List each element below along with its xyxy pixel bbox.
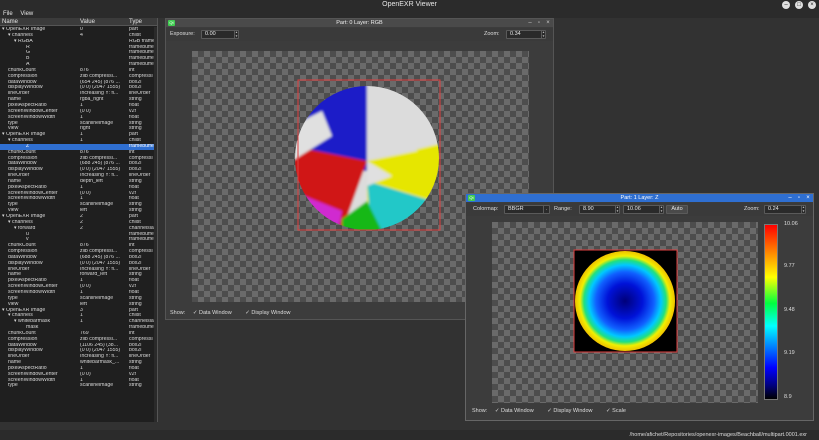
depth-zoom-spinbox[interactable]: 0.24 ▲ ▼ bbox=[764, 205, 806, 214]
file-path: /home/afichet/Repositories/openexr-image… bbox=[629, 432, 807, 438]
exposure-spinbox[interactable]: 0.00 ▲ ▼ bbox=[201, 30, 239, 39]
exposure-value: 0.00 bbox=[205, 31, 216, 37]
colormap-value: BBGR bbox=[508, 206, 524, 212]
show-data-window-label: Data Window bbox=[500, 408, 534, 414]
depth-image bbox=[573, 249, 678, 353]
status-bar: /home/afichet/Repositories/openexr-image… bbox=[0, 430, 819, 440]
range-min-value: 8.90 bbox=[583, 206, 594, 212]
depth-toolbar: Colormap: BBGR ⌄ Range: 8.90 ▲ ▼ 10.06 ▲ ▼… bbox=[466, 203, 813, 216]
zoom-spinbox[interactable]: 0.34 ▲ ▼ bbox=[506, 30, 546, 39]
scale-tick-label: 9.48 bbox=[784, 307, 795, 313]
close-icon[interactable]: × bbox=[545, 20, 551, 26]
depth-image-viewport[interactable] bbox=[492, 222, 758, 403]
depth-window-title: Part: 1 Layer: Z bbox=[620, 195, 659, 201]
restore-icon[interactable]: ▫ bbox=[536, 20, 542, 26]
column-header-value[interactable]: Value bbox=[80, 18, 95, 26]
maximize-icon[interactable]: □ bbox=[795, 1, 803, 9]
tree-row[interactable]: type scanlineimage string bbox=[0, 383, 157, 389]
tree-cell-name: type bbox=[8, 383, 18, 389]
zoom-label: Zoom: bbox=[744, 206, 760, 212]
attribute-tree[interactable]: Name Value Type ▾ OpenEXR Image 0 part ▾ ch… bbox=[0, 18, 158, 422]
menu-bar: File View bbox=[0, 10, 819, 18]
app-title: OpenEXR Viewer bbox=[382, 1, 437, 8]
zoom-label: Zoom: bbox=[484, 31, 500, 37]
scale-tick-label: 8.9 bbox=[784, 394, 792, 400]
colormap-select[interactable]: BBGR ⌄ bbox=[504, 205, 550, 214]
show-display-window-label: Display Window bbox=[553, 408, 593, 414]
rgb-window-titlebar[interactable]: Qt Part: 0 Layer: RGB – ▫ × bbox=[166, 19, 553, 27]
range-min-spinbox[interactable]: 8.90 ▲ ▼ bbox=[579, 205, 620, 214]
app-window: OpenEXR Viewer – □ × File View Name Valu… bbox=[0, 0, 819, 440]
spin-arrows-icon[interactable]: ▲ ▼ bbox=[234, 30, 238, 38]
minimize-icon[interactable]: – bbox=[787, 195, 793, 201]
show-label: Show: bbox=[170, 310, 186, 316]
tree-rows: ▾ OpenEXR Image 0 part ▾ channels 4 chlist ▾ R… bbox=[0, 27, 157, 389]
colormap-scale bbox=[764, 224, 778, 400]
close-icon[interactable]: × bbox=[808, 1, 816, 9]
range-max-spinbox[interactable]: 10.06 ▲ ▼ bbox=[623, 205, 664, 214]
show-label: Show: bbox=[472, 408, 488, 414]
close-icon[interactable]: × bbox=[805, 195, 811, 201]
scale-tick-label: 9.77 bbox=[784, 263, 795, 269]
minimize-icon[interactable]: – bbox=[782, 1, 790, 9]
menu-view[interactable]: View bbox=[17, 10, 36, 18]
title-bar: OpenEXR Viewer – □ × bbox=[0, 0, 819, 10]
chevron-down-icon[interactable]: ⌄ bbox=[543, 206, 549, 213]
qt-logo-icon: Qt bbox=[168, 20, 175, 26]
show-data-window-checkbox[interactable]: ✓ Data Window bbox=[495, 408, 540, 414]
column-header-type[interactable]: Type bbox=[129, 18, 142, 26]
spin-arrows-icon[interactable]: ▲ ▼ bbox=[659, 205, 663, 213]
depth-image-window[interactable]: Qt Part: 1 Layer: Z – ▫ × Colormap: BBGR… bbox=[465, 193, 814, 421]
depth-zoom-value: 0.24 bbox=[768, 206, 779, 212]
auto-range-button[interactable]: Auto bbox=[666, 205, 688, 214]
show-data-window-label: Data Window bbox=[198, 310, 232, 316]
spin-arrows-icon[interactable]: ▲ ▼ bbox=[615, 205, 619, 213]
spin-arrows-icon[interactable]: ▲ ▼ bbox=[801, 205, 805, 213]
show-display-window-label: Display Window bbox=[251, 310, 291, 316]
rgb-toolbar: Exposure: 0.00 ▲ ▼ Zoom: 0.34 ▲ ▼ bbox=[166, 28, 553, 41]
exposure-label: Exposure: bbox=[170, 31, 195, 37]
scale-tick-label: 9.19 bbox=[784, 350, 795, 356]
tree-scrollbar[interactable] bbox=[154, 27, 157, 422]
qt-logo-icon: Qt bbox=[468, 195, 475, 201]
depth-show-bar: Show: ✓ Data Window ✓ Display Window ✓ S… bbox=[472, 406, 638, 416]
zoom-value: 0.34 bbox=[510, 31, 521, 37]
colormap-label: Colormap: bbox=[473, 206, 499, 212]
minimize-icon[interactable]: – bbox=[527, 20, 533, 26]
show-display-window-checkbox[interactable]: ✓ Display Window bbox=[547, 408, 598, 414]
scale-tick-label: 10.06 bbox=[784, 221, 798, 227]
menu-file[interactable]: File bbox=[0, 10, 16, 18]
rgb-show-bar: Show: ✓ Data Window ✓ Display Window bbox=[170, 308, 302, 318]
rgb-window-title: Part: 0 Layer: RGB bbox=[336, 20, 383, 26]
spin-arrows-icon[interactable]: ▲ ▼ bbox=[541, 30, 545, 38]
show-scale-checkbox[interactable]: ✓ Scale bbox=[606, 408, 632, 414]
show-data-window-checkbox[interactable]: ✓ Data Window bbox=[193, 310, 238, 316]
show-display-window-checkbox[interactable]: ✓ Display Window bbox=[245, 310, 296, 316]
depth-window-titlebar[interactable]: Qt Part: 1 Layer: Z – ▫ × bbox=[466, 194, 813, 202]
show-scale-label: Scale bbox=[612, 408, 626, 414]
tree-header: Name Value Type bbox=[0, 18, 157, 26]
range-label: Range: bbox=[554, 206, 572, 212]
tree-cell-value: scanlineimage bbox=[80, 383, 114, 389]
range-max-value: 10.06 bbox=[627, 206, 641, 212]
restore-icon[interactable]: ▫ bbox=[796, 195, 802, 201]
column-header-name[interactable]: Name bbox=[2, 18, 18, 26]
